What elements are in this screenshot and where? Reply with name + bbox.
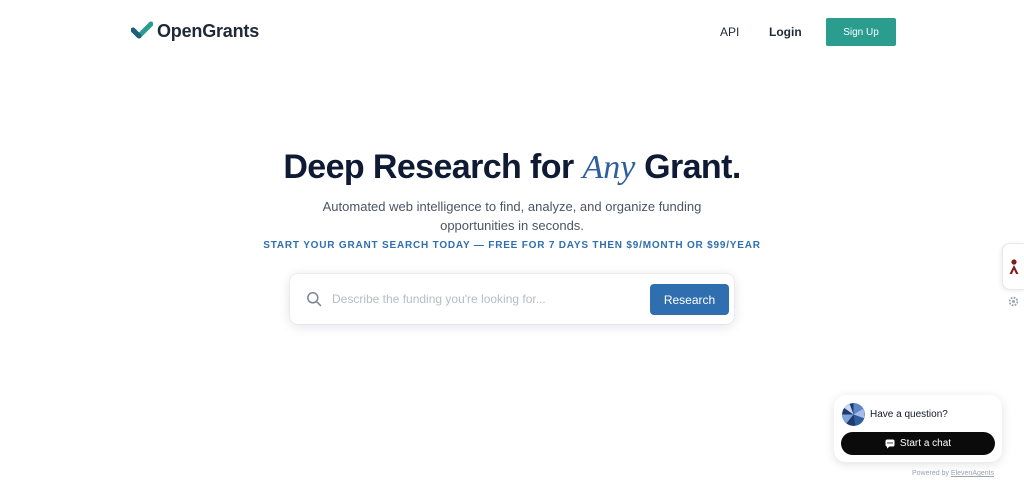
signup-button[interactable]: Sign Up (826, 18, 896, 46)
logo-text: OpenGrants (157, 20, 260, 41)
start-chat-label: Start a chat (899, 438, 952, 449)
search-card: Research (290, 274, 734, 324)
hero-title: Deep Research for Any Grant. (0, 145, 1024, 190)
start-chat-button[interactable]: Start a chat (841, 432, 995, 455)
logo[interactable]: OpenGrants (131, 20, 259, 42)
chat-bubble-icon (885, 439, 895, 449)
logo-checkmark-icon (131, 21, 153, 39)
promo-banner: START YOUR GRANT SEARCH TODAY — FREE FOR… (263, 240, 761, 251)
agent-avatar (842, 403, 865, 426)
hero-title-after: Grant. (635, 148, 741, 186)
gear-icon[interactable] (1008, 296, 1019, 307)
nav-link-api[interactable]: API (720, 25, 739, 39)
hero-title-emphasis: Any (582, 149, 636, 186)
chat-widget: Have a question? Start a chat (834, 395, 1002, 462)
powered-by-link[interactable]: ElevenAgents (951, 470, 994, 477)
person-icon (1009, 258, 1018, 274)
nav-link-login[interactable]: Login (769, 25, 802, 39)
hero-subtitle: Automated web intelligence to find, anal… (322, 199, 702, 233)
powered-by-prefix: Powered by (912, 470, 951, 477)
side-tab-widget[interactable] (1002, 243, 1024, 290)
search-input[interactable] (332, 286, 642, 312)
research-button[interactable]: Research (650, 284, 729, 315)
hero-title-before: Deep Research for (283, 148, 583, 186)
chat-question-text: Have a question? (870, 409, 948, 420)
search-icon (307, 292, 322, 307)
powered-by-text: Powered by ElevenAgents (912, 470, 994, 477)
